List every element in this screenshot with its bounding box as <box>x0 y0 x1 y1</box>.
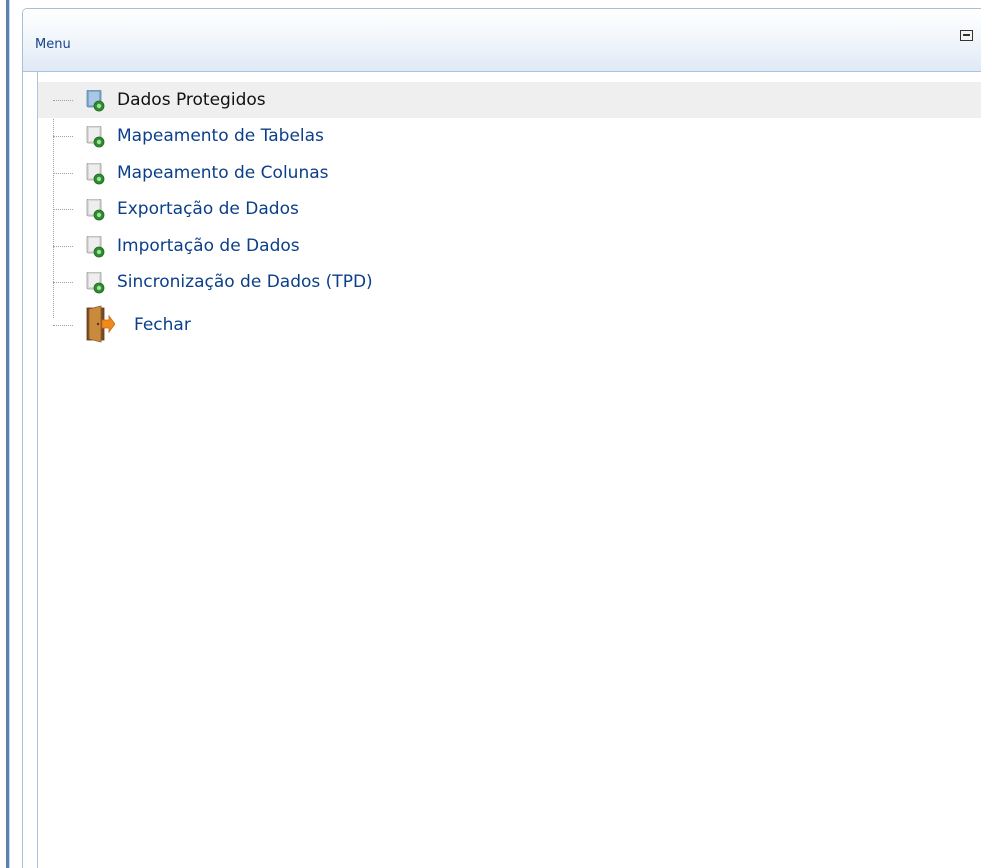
tree-item-mapeamento-de-colunas[interactable]: Mapeamento de Colunas <box>38 155 981 192</box>
tree-item-importacao-de-dados[interactable]: Importação de Dados <box>38 228 981 265</box>
document-icon <box>86 162 105 184</box>
panel-title: Menu <box>35 37 71 52</box>
tree-item-mapeamento-de-tabelas[interactable]: Mapeamento de Tabelas <box>38 118 981 155</box>
tree-connector <box>53 282 73 283</box>
tree-item-label: Mapeamento de Colunas <box>117 162 329 183</box>
document-icon <box>86 272 105 294</box>
collapse-button[interactable] <box>960 30 973 41</box>
tree-connector <box>53 100 73 101</box>
document-icon <box>86 126 105 148</box>
tree-item-fechar[interactable]: Fechar <box>38 301 981 347</box>
app-window: Menu Dados Protegidos Mapeamento de Tabe… <box>0 0 981 868</box>
tree-connector <box>53 245 73 247</box>
tree-item-label: Mapeamento de Tabelas <box>117 126 324 146</box>
tree-connector <box>53 136 73 137</box>
tree-item-sincronizacao-de-dados[interactable]: Sincronização de Dados (TPD) <box>38 264 981 301</box>
panel-header: Menu <box>23 9 981 72</box>
document-icon <box>86 235 105 257</box>
tree-item-exportacao-de-dados[interactable]: Exportação de Dados <box>38 191 981 228</box>
document-icon <box>86 199 105 221</box>
tree-item-label: Fechar <box>134 314 191 335</box>
tree-connector <box>53 209 73 210</box>
tree-item-dados-protegidos[interactable]: Dados Protegidos <box>38 82 981 118</box>
exit-door-icon <box>86 304 115 343</box>
tree-item-label: Exportação de Dados <box>117 199 299 219</box>
menu-panel: Menu Dados Protegidos Mapeamento de Tabe… <box>22 8 981 868</box>
tree-item-label: Importação de Dados <box>117 235 300 256</box>
tree-item-label: Sincronização de Dados (TPD) <box>117 272 373 292</box>
tree-connector <box>53 172 73 174</box>
tree-connector <box>53 324 73 326</box>
left-splitter[interactable] <box>6 0 10 868</box>
tree-item-label: Dados Protegidos <box>117 90 266 110</box>
document-icon <box>86 90 105 112</box>
menu-tree: Dados Protegidos Mapeamento de Tabelas M… <box>38 72 981 347</box>
panel-body: Dados Protegidos Mapeamento de Tabelas M… <box>37 72 981 868</box>
